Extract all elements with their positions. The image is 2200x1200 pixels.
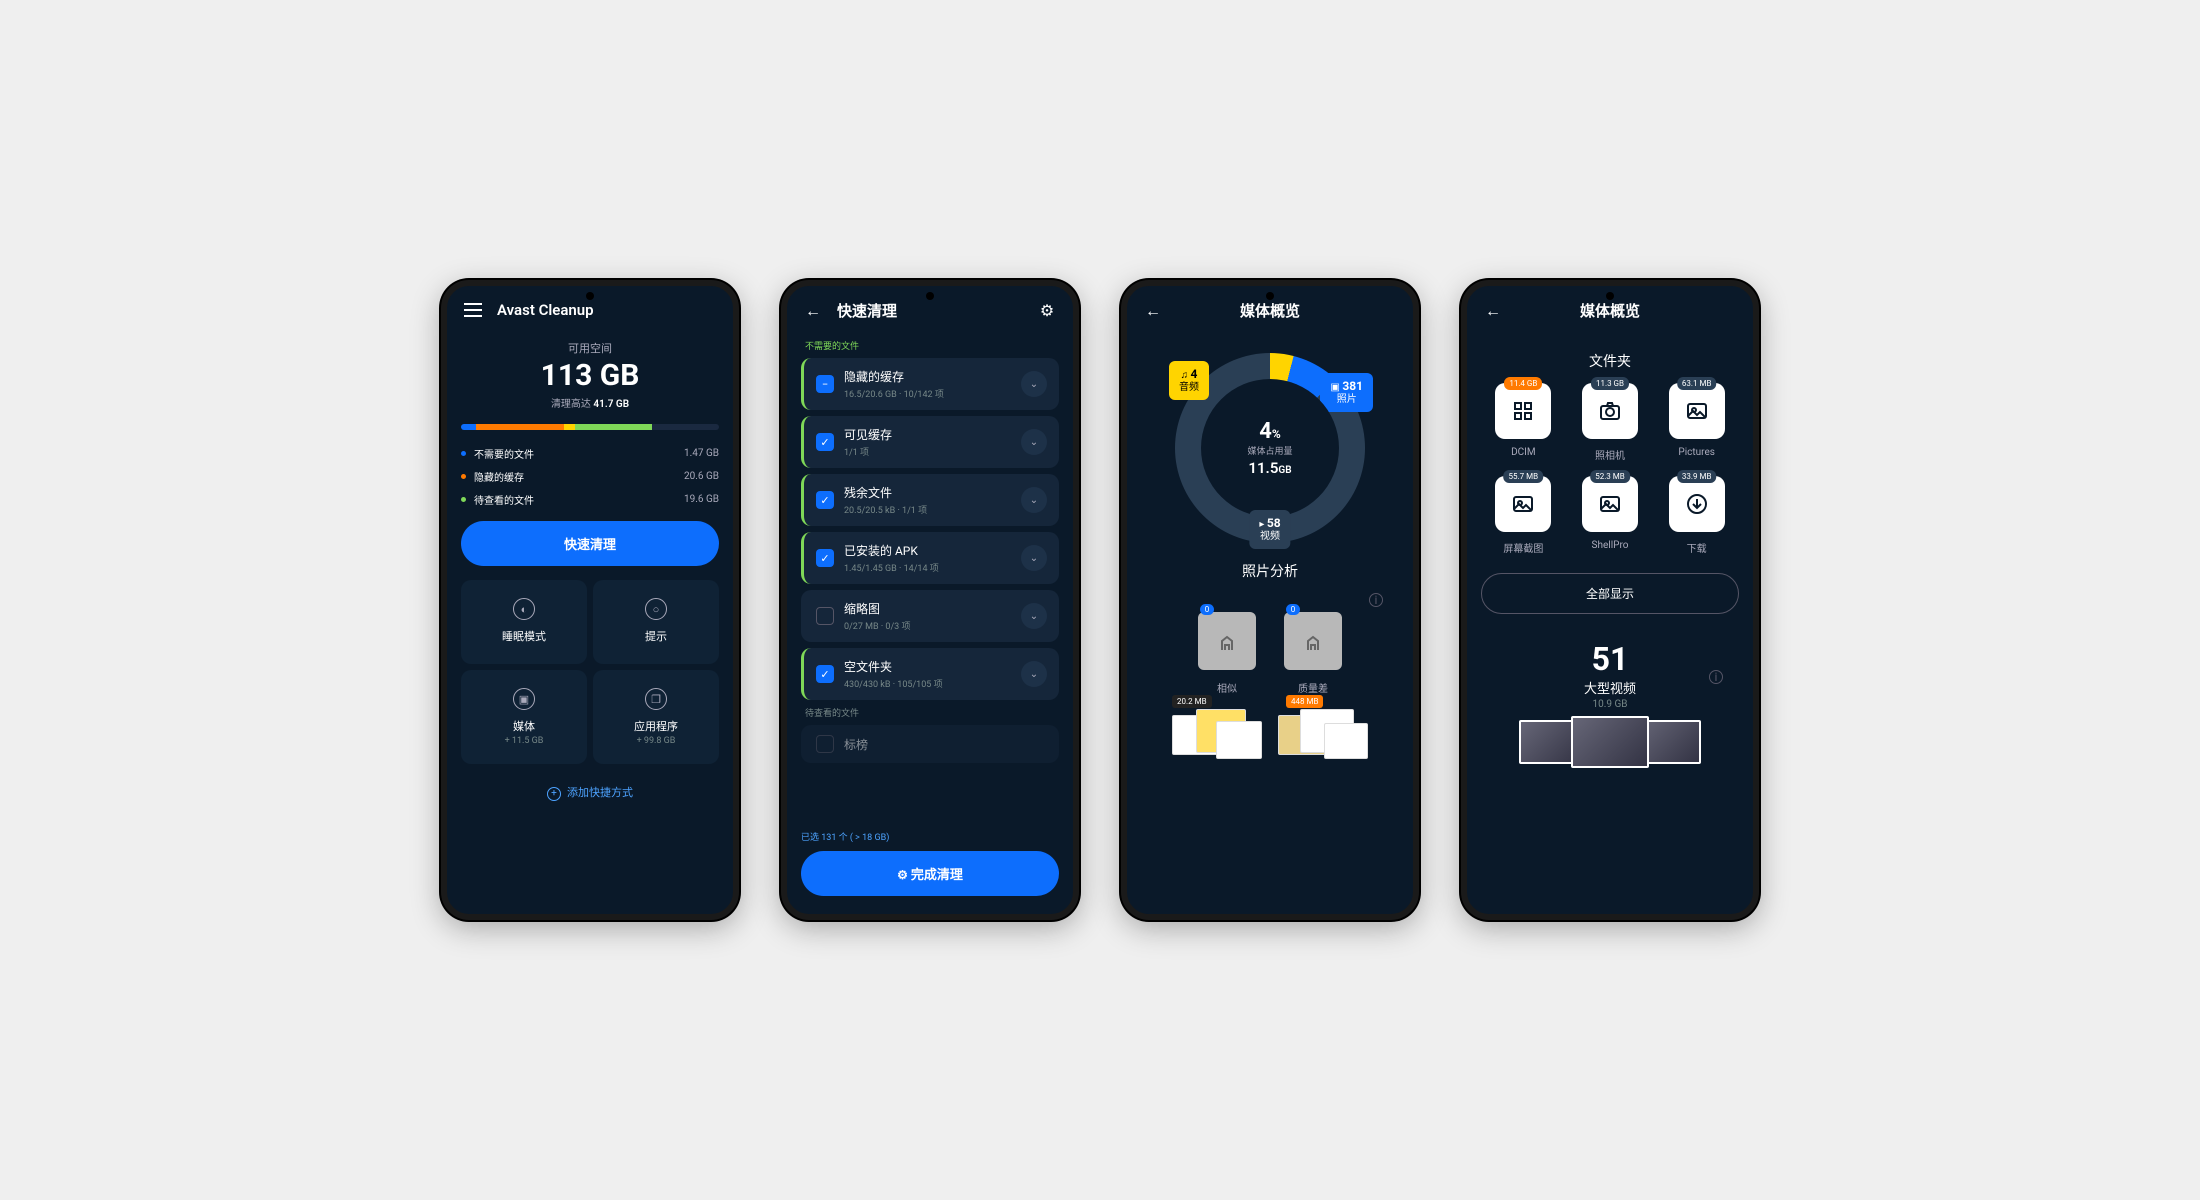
clean-item[interactable]: 缩略图0/27 MB · 0/3 项⌄ <box>801 590 1059 642</box>
selection-info: 已选 131 个 ( > 18 GB) <box>801 830 1059 843</box>
legend-row: 隐藏的缓存20.6 GB <box>461 469 719 484</box>
show-all-button[interactable]: 全部显示 <box>1481 573 1739 614</box>
checkbox[interactable] <box>816 735 834 753</box>
screen-home: Avast Cleanup 可用空间 113 GB 清理高达 41.7 GB 不… <box>441 280 739 920</box>
clean-item[interactable]: 空文件夹430/430 kB · 105/105 项⌄ <box>801 648 1059 700</box>
chevron-down-icon[interactable]: ⌄ <box>1021 603 1047 629</box>
clean-item[interactable]: 已安装的 APK1.45/1.45 GB · 14/14 项⌄ <box>801 532 1059 584</box>
app-title: Avast Cleanup <box>497 301 717 319</box>
checkbox[interactable] <box>816 375 834 393</box>
chevron-down-icon[interactable]: ⌄ <box>1021 661 1047 687</box>
chevron-down-icon[interactable]: ⌄ <box>1021 487 1047 513</box>
screen-media-overview: ← 媒体概览 ♫ 4音频 ▣ 381照片 4% 媒体占用量 11.5GB ▸ 5… <box>1121 280 1419 920</box>
collage-1[interactable]: 20.2 MB <box>1172 703 1262 765</box>
settings-icon[interactable]: ⚙ <box>1037 301 1057 321</box>
section-review: 待查看的文件 <box>805 706 1059 719</box>
page-title: 媒体概览 <box>1177 300 1363 321</box>
folders-title: 文件夹 <box>1481 351 1739 371</box>
tile-应用程序[interactable]: ❐应用程序+ 99.8 GB <box>593 670 719 764</box>
chevron-down-icon[interactable]: ⌄ <box>1021 429 1047 455</box>
info-icon[interactable]: i <box>1709 670 1723 684</box>
folder-下载[interactable]: 33.9 MB下载 <box>1660 476 1733 555</box>
clean-item[interactable]: 标榜 <box>801 725 1059 763</box>
legend-row: 不需要的文件1.47 GB <box>461 446 719 461</box>
checkbox[interactable] <box>816 549 834 567</box>
checkbox[interactable] <box>816 433 834 451</box>
chevron-down-icon[interactable]: ⌄ <box>1021 545 1047 571</box>
camera-notch <box>926 292 934 300</box>
tile-icon: ❐ <box>645 688 667 710</box>
tile-媒体[interactable]: ▣媒体+ 11.5 GB <box>461 670 587 764</box>
bad-quality-photos[interactable]: 0 质量差 <box>1284 593 1342 695</box>
camera-notch <box>586 292 594 300</box>
menu-icon[interactable] <box>463 300 483 320</box>
tile-icon: ◐ <box>513 598 535 620</box>
section-unneeded: 不需要的文件 <box>805 339 1059 352</box>
back-icon[interactable]: ← <box>803 301 823 321</box>
similar-photos[interactable]: 0 相似 <box>1198 593 1256 695</box>
folder-照相机[interactable]: 11.3 GB照相机 <box>1574 383 1647 462</box>
videos-callout[interactable]: ▸ 58视频 <box>1249 510 1290 549</box>
folder-ShellPro[interactable]: 52.3 MBShellPro <box>1574 476 1647 555</box>
photo-analysis-title: 照片分析 <box>1141 561 1399 581</box>
back-icon[interactable]: ← <box>1143 301 1163 321</box>
tile-提示[interactable]: ○提示 <box>593 580 719 664</box>
legend: 不需要的文件1.47 GB 隐藏的缓存20.6 GB 待查看的文件19.6 GB <box>461 446 719 507</box>
checkbox[interactable] <box>816 665 834 683</box>
clean-item[interactable]: 残余文件20.5/20.5 kB · 1/1 项⌄ <box>801 474 1059 526</box>
media-donut: ♫ 4音频 ▣ 381照片 4% 媒体占用量 11.5GB ▸ 58视频 <box>1175 353 1365 543</box>
folder-屏幕截图[interactable]: 55.7 MB屏幕截图 <box>1487 476 1560 555</box>
storage-bar <box>461 424 719 430</box>
tile-睡眠模式[interactable]: ◐睡眠模式 <box>461 580 587 664</box>
tile-icon: ▣ <box>513 688 535 710</box>
quick-clean-button[interactable]: 快速清理 <box>461 521 719 566</box>
folder-DCIM[interactable]: 11.4 GBDCIM <box>1487 383 1560 462</box>
checkbox[interactable] <box>816 607 834 625</box>
checkbox[interactable] <box>816 491 834 509</box>
screen-quick-clean: ← 快速清理 ⚙ 不需要的文件 隐藏的缓存16.5/20.6 GB · 10/1… <box>781 280 1079 920</box>
tile-icon: ○ <box>645 598 667 620</box>
page-title: 媒体概览 <box>1517 300 1703 321</box>
add-shortcut-link[interactable]: +添加快捷方式 <box>461 784 719 801</box>
screen-media-folders: ← 媒体概览 文件夹 i 11.4 GBDCIM11.3 GB照相机63.1 MB… <box>1461 280 1759 920</box>
page-title: 快速清理 <box>837 300 1023 321</box>
clean-item[interactable]: 隐藏的缓存16.5/20.6 GB · 10/142 项⌄ <box>801 358 1059 410</box>
camera-notch <box>1606 292 1614 300</box>
legend-row: 待查看的文件19.6 GB <box>461 492 719 507</box>
folder-Pictures[interactable]: 63.1 MBPictures <box>1660 383 1733 462</box>
collage-2[interactable]: 448 MB <box>1278 703 1368 765</box>
chevron-down-icon[interactable]: ⌄ <box>1021 371 1047 397</box>
clean-item[interactable]: 可见缓存1/1 项⌄ <box>801 416 1059 468</box>
available-space: 可用空间 113 GB 清理高达 41.7 GB <box>461 340 719 410</box>
video-thumbnails[interactable] <box>1481 720 1739 768</box>
finish-clean-button[interactable]: 完成清理 <box>801 851 1059 896</box>
camera-notch <box>1266 292 1274 300</box>
large-videos[interactable]: 51 大型视频 10.9 GB <box>1481 640 1739 710</box>
info-icon[interactable]: i <box>1369 593 1383 607</box>
back-icon[interactable]: ← <box>1483 301 1503 321</box>
